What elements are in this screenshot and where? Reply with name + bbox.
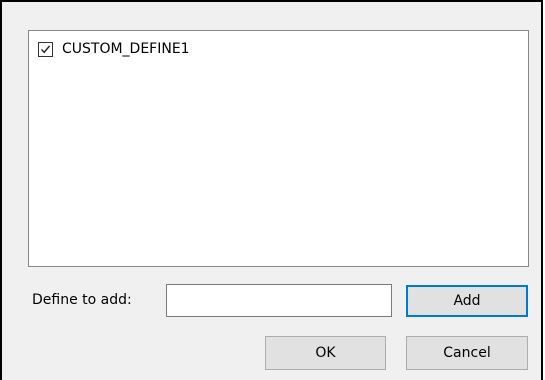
cancel-button[interactable]: Cancel (406, 336, 528, 370)
define-checkbox[interactable] (38, 41, 53, 57)
checkmark-icon (40, 45, 51, 53)
define-to-add-label: Define to add: (32, 292, 132, 308)
define-dialog: CUSTOM_DEFINE1 Define to add: Add OK Can… (0, 0, 543, 380)
define-label: CUSTOM_DEFINE1 (62, 41, 190, 57)
list-item[interactable]: CUSTOM_DEFINE1 (38, 39, 190, 59)
add-button[interactable]: Add (406, 285, 528, 317)
defines-listbox[interactable]: CUSTOM_DEFINE1 (28, 30, 529, 267)
define-input[interactable] (166, 284, 392, 317)
ok-button[interactable]: OK (265, 336, 386, 370)
